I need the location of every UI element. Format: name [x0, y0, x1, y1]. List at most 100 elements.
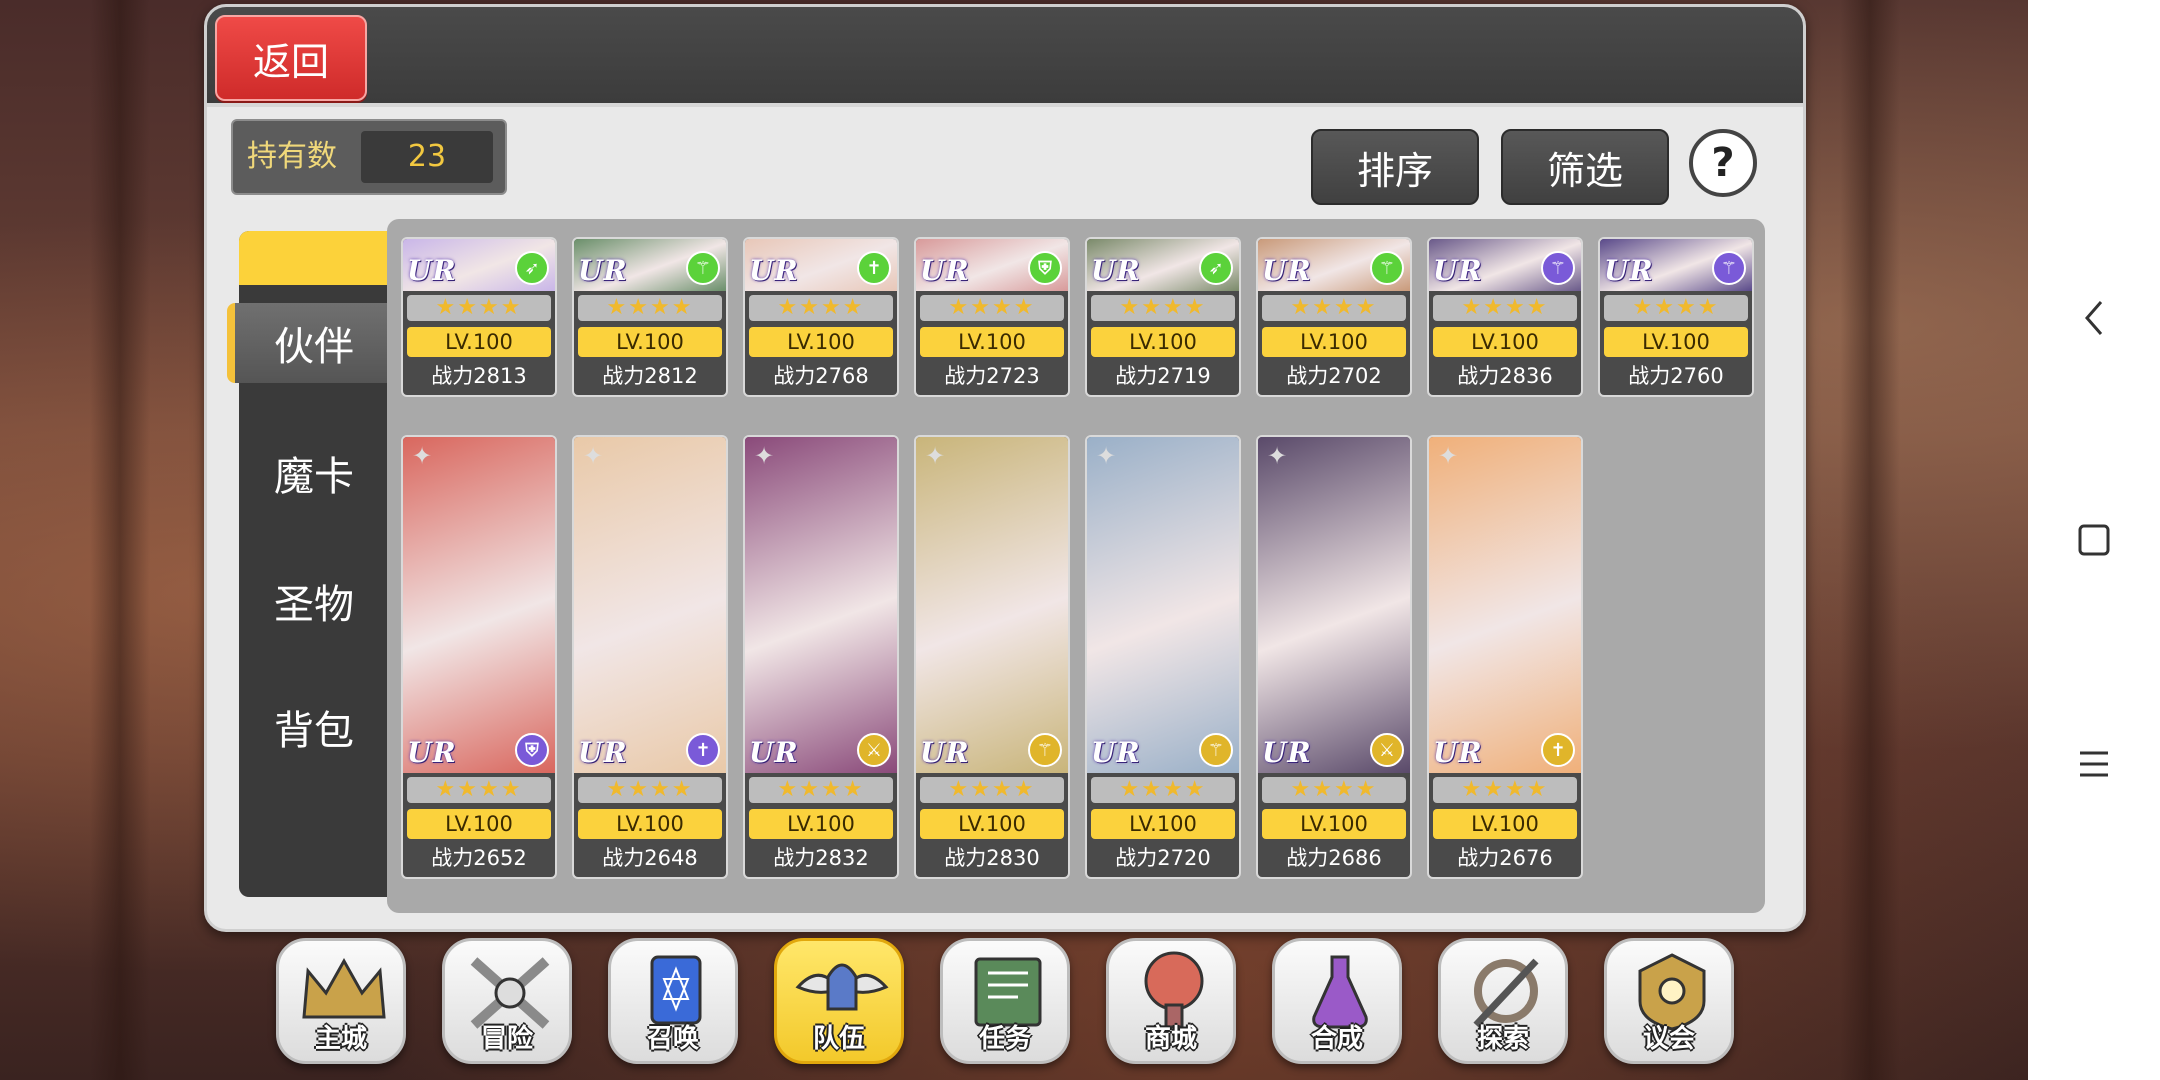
partner-card[interactable]: ✦ UR ⛨ ★★★★ LV.100 战力2652 [401, 435, 557, 879]
partner-card[interactable]: UR ⚚ ★★★★ LV.100 战力2836 [1427, 237, 1583, 397]
power-label: 战力2812 [602, 364, 698, 388]
nav-home-button[interactable] [2028, 500, 2160, 580]
star-rating: ★★★★ [1091, 777, 1235, 803]
tab-relics[interactable]: 圣物 [239, 561, 389, 641]
help-button[interactable]: ? [1689, 129, 1757, 197]
dock-button[interactable]: 队伍 [774, 938, 904, 1064]
card-portrait: UR ⚚ [1429, 239, 1581, 291]
element-diamond-icon: ✦ [753, 442, 775, 470]
star-rating: ★★★★ [1262, 295, 1406, 321]
dock-button[interactable]: 冒险 [442, 938, 572, 1064]
level-label: LV.100 [1091, 809, 1235, 839]
partner-card[interactable]: ✦ UR ⚚ ★★★★ LV.100 战力2720 [1085, 435, 1241, 879]
card-portrait: ✦ UR ⚚ [916, 437, 1068, 773]
partner-card[interactable]: UR ➶ ★★★★ LV.100 战力2719 [1085, 237, 1241, 397]
panel-header: 返回 [207, 7, 1803, 107]
dock-button[interactable]: 合成 [1272, 938, 1402, 1064]
star-rating: ★★★★ [920, 777, 1064, 803]
back-button[interactable]: 返回 [215, 15, 367, 101]
rarity-badge: UR [920, 736, 970, 769]
card-portrait: ✦ UR ⚔ [745, 437, 897, 773]
filter-button[interactable]: 筛选 [1501, 129, 1669, 205]
sword-icon: ⚔ [1370, 733, 1404, 767]
rarity-badge: UR [749, 254, 799, 287]
star-rating: ★★★★ [1433, 777, 1577, 803]
background-beam [90, 0, 150, 1080]
level-label: LV.100 [1433, 809, 1577, 839]
menu-icon [2080, 751, 2108, 777]
star-rating: ★★★★ [407, 777, 551, 803]
card-portrait: UR ⚚ [574, 239, 726, 291]
star-rating: ★★★★ [920, 295, 1064, 321]
card-grid: UR ➶ ★★★★ LV.100 战力2813 UR ⚚ ★★★★ LV.100 战力2812 UR… [387, 219, 1765, 913]
star-rating: ★★★★ [1091, 295, 1235, 321]
dock-button[interactable]: 任务 [940, 938, 1070, 1064]
card-portrait: ✦ UR ✝ [574, 437, 726, 773]
level-label: LV.100 [749, 327, 893, 357]
nav-menu-button[interactable] [2028, 724, 2160, 804]
rarity-badge: UR [407, 254, 457, 287]
card-portrait: UR ⚚ [1600, 239, 1752, 291]
power-label: 战力2652 [431, 846, 527, 870]
partner-card[interactable]: UR ⛨ ★★★★ LV.100 战力2723 [914, 237, 1070, 397]
element-diamond-icon: ✦ [411, 442, 433, 470]
partner-card[interactable]: UR ➶ ★★★★ LV.100 战力2813 [401, 237, 557, 397]
system-nav-bar [2028, 0, 2160, 1080]
partner-card[interactable]: UR ⚚ ★★★★ LV.100 战力2812 [572, 237, 728, 397]
dock-button-label: 商城 [1144, 1024, 1197, 1054]
tab-bag[interactable]: 背包 [239, 687, 389, 767]
card-portrait: ✦ UR ⚔ [1258, 437, 1410, 773]
power-label: 战力2836 [1457, 364, 1553, 388]
rarity-badge: UR [578, 736, 628, 769]
rarity-badge: UR [1433, 254, 1483, 287]
element-diamond-icon: ✦ [1437, 442, 1459, 470]
power-label: 战力2719 [1115, 364, 1211, 388]
partner-card[interactable]: ✦ UR ⚚ ★★★★ LV.100 战力2830 [914, 435, 1070, 879]
dock-button[interactable]: 议会 [1604, 938, 1734, 1064]
partner-card[interactable]: UR ✝ ★★★★ LV.100 战力2768 [743, 237, 899, 397]
partner-card[interactable]: ✦ UR ⚔ ★★★★ LV.100 战力2686 [1256, 435, 1412, 879]
dock-button-label: 队伍 [812, 1024, 865, 1054]
dock-button[interactable]: 商城 [1106, 938, 1236, 1064]
element-diamond-icon: ✦ [1266, 442, 1288, 470]
rarity-badge: UR [749, 736, 799, 769]
star-rating: ★★★★ [1433, 295, 1577, 321]
level-label: LV.100 [920, 327, 1064, 357]
nav-back-button[interactable] [2028, 278, 2160, 358]
level-label: LV.100 [407, 327, 551, 357]
tab-magic-cards[interactable]: 魔卡 [239, 433, 389, 513]
partner-card[interactable]: UR ⚚ ★★★★ LV.100 战力2702 [1256, 237, 1412, 397]
level-label: LV.100 [1262, 327, 1406, 357]
owned-count-box: 持有数 23 [231, 119, 507, 195]
card-portrait: UR ✝ [745, 239, 897, 291]
power-label: 战力2830 [944, 846, 1040, 870]
staff-icon: ⚚ [1370, 251, 1404, 285]
level-label: LV.100 [749, 809, 893, 839]
tab-partners[interactable]: 伙伴 [227, 303, 393, 383]
background-beam [1840, 0, 1900, 1080]
dock-button-label: 主城 [314, 1024, 367, 1054]
dock-button[interactable]: 召唤 [608, 938, 738, 1064]
dock-button[interactable]: 探索 [1438, 938, 1568, 1064]
level-label: LV.100 [1433, 327, 1577, 357]
star-rating: ★★★★ [578, 777, 722, 803]
party-panel: 返回 持有数 23 排序 筛选 ? 伙伴 魔卡 圣物 背包 UR ➶ ★★★★ LV.… [204, 4, 1806, 932]
chevron-left-icon [2085, 301, 2103, 335]
rarity-badge: UR [1433, 736, 1483, 769]
rarity-badge: UR [1262, 254, 1312, 287]
sort-button[interactable]: 排序 [1311, 129, 1479, 205]
power-label: 战力2760 [1628, 364, 1724, 388]
square-icon [2078, 524, 2110, 556]
card-portrait: ✦ UR ⚚ [1087, 437, 1239, 773]
dock-button-label: 探索 [1476, 1024, 1529, 1054]
bow-icon: ➶ [515, 251, 549, 285]
partner-card[interactable]: ✦ UR ✝ ★★★★ LV.100 战力2648 [572, 435, 728, 879]
partner-card[interactable]: ✦ UR ⚔ ★★★★ LV.100 战力2832 [743, 435, 899, 879]
level-label: LV.100 [578, 809, 722, 839]
level-label: LV.100 [1091, 327, 1235, 357]
partner-card[interactable]: UR ⚚ ★★★★ LV.100 战力2760 [1598, 237, 1754, 397]
dock-button[interactable]: 主城 [276, 938, 406, 1064]
power-label: 战力2813 [431, 364, 527, 388]
partner-card[interactable]: ✦ UR ✝ ★★★★ LV.100 战力2676 [1427, 435, 1583, 879]
rarity-badge: UR [1262, 736, 1312, 769]
